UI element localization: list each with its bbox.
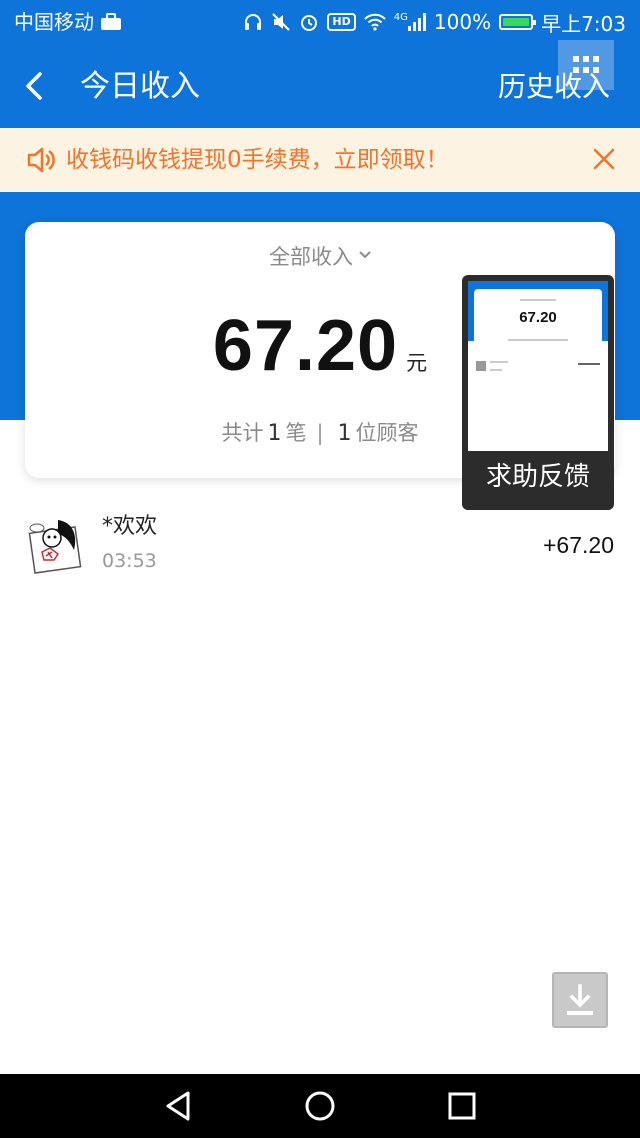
thumbnail-amount: 67.20 xyxy=(519,309,557,326)
back-button[interactable] xyxy=(24,64,64,108)
nav-bar: 今日收入 历史收入 xyxy=(0,40,640,128)
customers-unit: 位顾客 xyxy=(355,421,419,445)
headset-icon xyxy=(245,14,262,30)
transaction-amount: +67.20 xyxy=(543,532,614,558)
filter-label: 全部收入 xyxy=(269,245,353,269)
currency-unit: 元 xyxy=(406,351,428,375)
page-title: 今日收入 xyxy=(80,69,200,104)
briefcase-icon xyxy=(101,13,121,30)
system-nav-bar xyxy=(0,1074,640,1138)
mute-icon xyxy=(272,13,291,31)
status-icons: HD 4G 100% 早上7:03 xyxy=(243,8,626,36)
notice-text[interactable]: 收钱码收钱提现0手续费，立即领取！ xyxy=(66,144,449,176)
screenshot-thumbnail[interactable]: 67.20 xyxy=(468,281,608,451)
wifi-icon xyxy=(364,13,386,31)
chevron-down-icon xyxy=(359,251,371,259)
promo-notice[interactable]: 收钱码收钱提现0手续费，立即领取！ xyxy=(0,128,640,192)
count-unit: 笔 xyxy=(285,421,307,445)
stats-divider: | xyxy=(316,421,324,445)
hd-icon: HD xyxy=(327,13,356,31)
battery-percent: 100% xyxy=(433,10,492,34)
download-button[interactable] xyxy=(552,972,608,1028)
feedback-label[interactable]: 求助反馈 xyxy=(462,457,614,497)
transaction-time: 03:53 xyxy=(102,550,157,572)
transaction-row[interactable]: *欢欢 03:53 +67.20 xyxy=(0,500,640,592)
total-amount: 67.20 xyxy=(212,306,399,386)
transaction-count: 1 xyxy=(267,421,282,446)
signal-icon xyxy=(407,13,426,31)
menu-button[interactable] xyxy=(558,40,614,90)
avatar xyxy=(28,520,82,574)
stats-prefix: 共计 xyxy=(221,421,264,445)
feedback-popup[interactable]: 67.20 求助反馈 xyxy=(462,275,614,510)
status-bar: 中国移动 HD 4G 100% 早上7:03 xyxy=(0,0,640,44)
network-type: 4G xyxy=(393,12,408,23)
clock: 早上7:03 xyxy=(541,11,626,36)
close-icon[interactable] xyxy=(590,145,618,173)
battery-icon xyxy=(499,14,537,30)
carrier-name: 中国移动 xyxy=(14,10,94,34)
customer-count: 1 xyxy=(337,421,352,446)
grid-dots-icon xyxy=(573,56,599,73)
alarm-icon xyxy=(301,15,318,31)
home-circle-icon[interactable] xyxy=(302,1088,338,1124)
speaker-icon xyxy=(27,147,55,173)
chevron-left-icon xyxy=(26,72,42,100)
download-icon xyxy=(567,984,593,1015)
recents-square-icon[interactable] xyxy=(444,1088,480,1124)
payer-name: *欢欢 xyxy=(102,514,158,539)
income-filter-dropdown[interactable]: 全部收入 xyxy=(25,242,615,272)
back-triangle-icon[interactable] xyxy=(160,1088,196,1124)
carrier-info: 中国移动 xyxy=(14,10,122,34)
